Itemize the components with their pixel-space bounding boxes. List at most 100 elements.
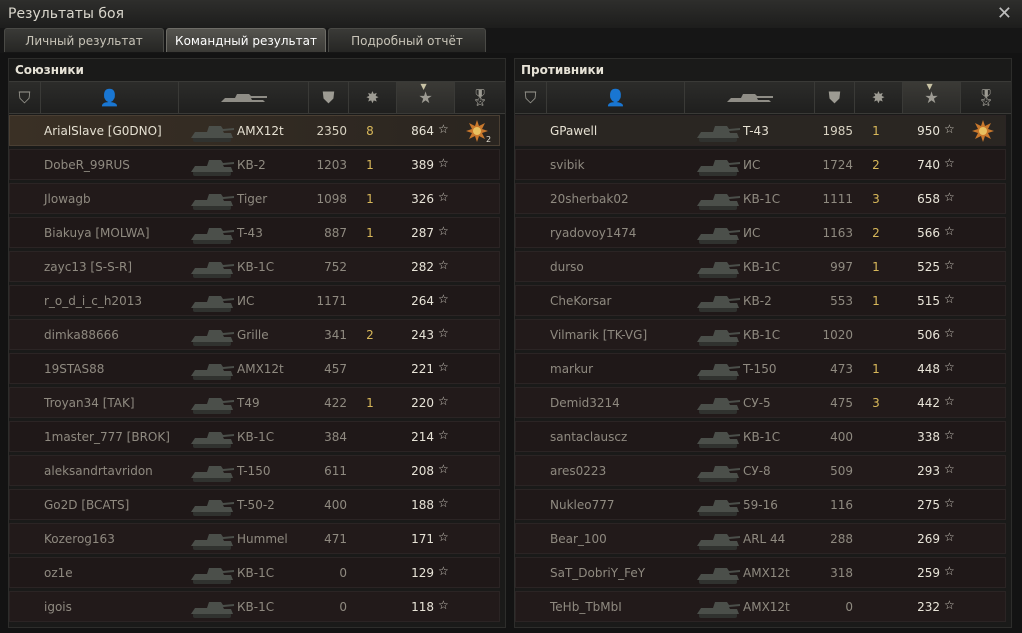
vehicle-name: Tiger (237, 192, 268, 206)
player-name: oz1e (44, 566, 73, 580)
enemy-row[interactable]: ryadovoy1474 ИС 1163 2 566 ☆ (515, 217, 1006, 248)
damage-value: 473 (830, 362, 853, 376)
enemy-row[interactable]: Bear_100 ARL 44 288 269 ☆ (515, 523, 1006, 554)
tab-bar: Личный результат Командный результат Под… (0, 28, 1022, 53)
ally-row[interactable]: oz1e КВ-1С 0 129 ☆ (9, 557, 500, 588)
xp-value: 275 (917, 498, 940, 512)
tank-icon (191, 534, 234, 550)
damage-value: 475 (830, 396, 853, 410)
enemy-row[interactable]: Vilmarik [TK-VG] КВ-1С 1020 506 ☆ (515, 319, 1006, 350)
vehicle-name: КВ-1С (743, 192, 781, 206)
ally-row[interactable]: zayc13 [S-S-R] КВ-1С 752 282 ☆ (9, 251, 500, 282)
ally-row[interactable]: 1master_777 [BROK] КВ-1С 384 214 ☆ (9, 421, 500, 452)
close-icon[interactable]: ✕ (997, 3, 1012, 24)
ally-row[interactable]: Kozerog163 Hummel 471 171 ☆ (9, 523, 500, 554)
tank-icon (697, 500, 740, 516)
star-icon: ☆ (944, 496, 955, 510)
ally-row[interactable]: Go2D [BCATS] T-50-2 400 188 ☆ (9, 489, 500, 520)
tank-icon[interactable] (685, 82, 815, 113)
medal-icon[interactable]: 🎖 (961, 82, 1011, 113)
player-name: Troyan34 [TAK] (44, 396, 135, 410)
tab-detailed-report[interactable]: Подробный отчёт (328, 28, 486, 52)
tank-icon (697, 330, 740, 346)
vehicle-name: СУ-5 (743, 396, 771, 410)
medal-icon[interactable]: 🎖 (455, 82, 505, 113)
ally-row[interactable]: ArialSlave [G0DNO] AMX12t 2350 8 864 ☆ 2 (9, 115, 500, 146)
xp-value: 269 (917, 532, 940, 546)
shield-damage-icon[interactable]: ⛊ (815, 82, 855, 113)
xp-value: 221 (411, 362, 434, 376)
tab-personal-result[interactable]: Личный результат (4, 28, 164, 52)
battle-results-window: Результаты боя ✕ Личный результат Команд… (0, 0, 1022, 633)
ally-row[interactable]: aleksandrtavridon T-150 611 208 ☆ (9, 455, 500, 486)
shield-damage-icon[interactable]: ⛊ (309, 82, 349, 113)
destroyed-tank-icon[interactable]: ✸ (855, 82, 903, 113)
medal-icon[interactable] (971, 119, 997, 143)
enemy-row[interactable]: santaclauscz КВ-1С 400 338 ☆ (515, 421, 1006, 452)
player-name: Vilmarik [TK-VG] (550, 328, 648, 342)
vehicle-name: T-150 (743, 362, 777, 376)
ally-row[interactable]: Troyan34 [TAK] T49 422 1 220 ☆ (9, 387, 500, 418)
window-title: Результаты боя (8, 6, 124, 22)
damage-value: 1163 (822, 226, 853, 240)
xp-value: 293 (917, 464, 940, 478)
player-name: DobeR_99RUS (44, 158, 130, 172)
damage-value: 0 (339, 600, 347, 614)
enemy-row[interactable]: durso КВ-1С 997 1 525 ☆ (515, 251, 1006, 282)
vehicle-name: T-43 (743, 124, 769, 138)
damage-value: 384 (324, 430, 347, 444)
medal-icon[interactable]: 2 (465, 119, 491, 143)
enemy-row[interactable]: Demid3214 СУ-5 475 3 442 ☆ (515, 387, 1006, 418)
damage-value: 611 (324, 464, 347, 478)
kills-value: 1 (366, 192, 374, 206)
player-icon[interactable]: 👤 (547, 82, 685, 113)
ally-row[interactable]: r_o_d_i_c_h2013 ИС 1171 264 ☆ (9, 285, 500, 316)
ally-row[interactable]: Biakuya [MOLWA] T-43 887 1 287 ☆ (9, 217, 500, 248)
tank-icon (191, 126, 234, 142)
ally-row[interactable]: dimka88666 Grille 341 2 243 ☆ (9, 319, 500, 350)
vehicle-name: СУ-8 (743, 464, 771, 478)
enemy-row[interactable]: 20sherbak02 КВ-1С 1111 3 658 ☆ (515, 183, 1006, 214)
enemy-row[interactable]: svibik ИС 1724 2 740 ☆ (515, 149, 1006, 180)
xp-value: 188 (411, 498, 434, 512)
player-name: markur (550, 362, 594, 376)
player-icon[interactable]: 👤 (41, 82, 179, 113)
tank-icon[interactable] (179, 82, 309, 113)
ally-row[interactable]: 19STAS88 AMX12t 457 221 ☆ (9, 353, 500, 384)
star-icon[interactable]: ▼ ★ (397, 82, 455, 113)
vehicle-name: AMX12t (237, 362, 284, 376)
tank-icon (191, 330, 234, 346)
enemy-row[interactable]: SaT_DobriY_FeY AMX12t 318 259 ☆ (515, 557, 1006, 588)
xp-value: 525 (917, 260, 940, 274)
enemy-row[interactable]: markur T-150 473 1 448 ☆ (515, 353, 1006, 384)
ally-row[interactable]: Jlowagb Tiger 1098 1 326 ☆ (9, 183, 500, 214)
damage-value: 1985 (822, 124, 853, 138)
star-icon: ☆ (944, 156, 955, 170)
star-icon: ☆ (438, 496, 449, 510)
squad-icon[interactable]: ⛉ (515, 82, 547, 113)
ally-row[interactable]: DobeR_99RUS КВ-2 1203 1 389 ☆ (9, 149, 500, 180)
damage-value: 116 (830, 498, 853, 512)
squad-icon[interactable]: ⛉ (9, 82, 41, 113)
damage-value: 1724 (822, 158, 853, 172)
ally-row[interactable]: igois КВ-1С 0 118 ☆ (9, 591, 500, 622)
tank-icon (191, 466, 234, 482)
vehicle-name: 59-16 (743, 498, 778, 512)
player-name: Demid3214 (550, 396, 620, 410)
damage-value: 1020 (822, 328, 853, 342)
player-name: zayc13 [S-S-R] (44, 260, 133, 274)
xp-value: 287 (411, 226, 434, 240)
enemy-row[interactable]: CheKorsar КВ-2 553 1 515 ☆ (515, 285, 1006, 316)
tab-team-result[interactable]: Командный результат (166, 28, 326, 52)
enemy-row[interactable]: TeHb_TbMbI AMX12t 0 232 ☆ (515, 591, 1006, 622)
destroyed-tank-icon[interactable]: ✸ (349, 82, 397, 113)
damage-value: 400 (830, 430, 853, 444)
enemy-row[interactable]: Nukleo777 59-16 116 275 ☆ (515, 489, 1006, 520)
star-icon[interactable]: ▼ ★ (903, 82, 961, 113)
enemy-row[interactable]: ares0223 СУ-8 509 293 ☆ (515, 455, 1006, 486)
damage-value: 471 (324, 532, 347, 546)
player-name: 19STAS88 (44, 362, 105, 376)
enemy-row[interactable]: GPawell T-43 1985 1 950 ☆ (515, 115, 1006, 146)
tank-icon (697, 602, 740, 618)
tank-icon (697, 228, 740, 244)
